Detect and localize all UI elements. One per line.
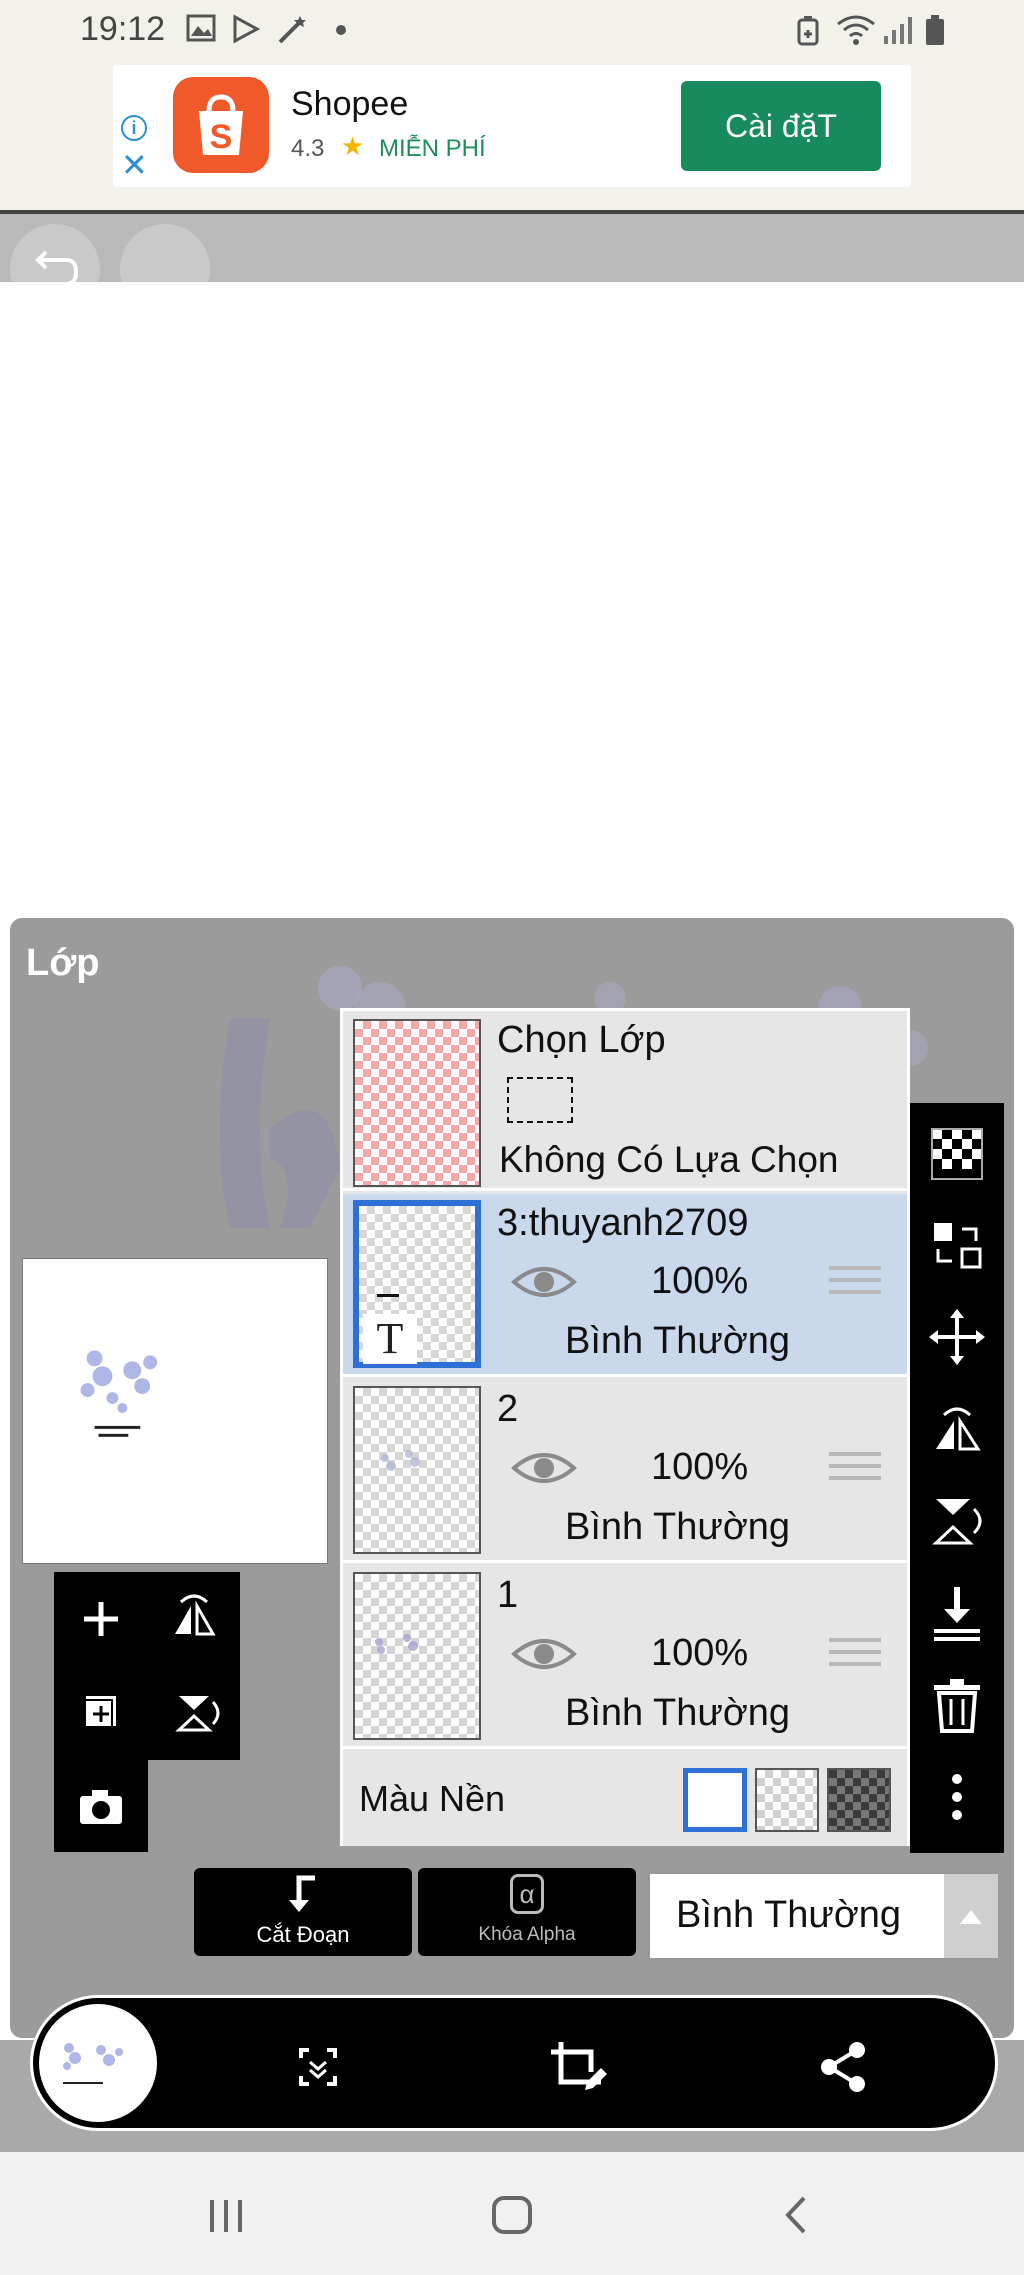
layer-thumbnail	[353, 1386, 481, 1554]
flip-horizontal-icon[interactable]	[910, 1383, 1004, 1475]
selection-thumbnail	[353, 1019, 481, 1187]
signal-icon	[882, 14, 914, 46]
recent-apps-button[interactable]	[186, 2180, 266, 2250]
chevron-up-icon[interactable]	[944, 1874, 998, 1958]
clipping-button[interactable]: Cắt Đoạn	[194, 1868, 412, 1956]
layer-opacity[interactable]: 100%	[651, 1260, 748, 1303]
layer-row[interactable]: T 3:thuyanh2709 100% Bình Thường	[343, 1194, 907, 1377]
layer-thumbnail: T	[353, 1200, 481, 1368]
canvas-thumbnail[interactable]	[39, 2004, 157, 2122]
star-icon: ★	[341, 131, 365, 161]
text-layer-icon: T	[363, 1314, 417, 1364]
ad-rating: 4.3	[291, 135, 325, 162]
background-row: Màu Nền	[343, 1752, 907, 1846]
alpha-lock-button[interactable]: α Khóa Alpha	[418, 1868, 636, 1956]
selection-status: Không Có Lựa Chọn	[499, 1139, 839, 1180]
alpha-lock-label: Khóa Alpha	[478, 1924, 576, 1945]
layer-opacity[interactable]: 100%	[651, 1446, 748, 1489]
canvas-preview[interactable]	[22, 1258, 328, 1564]
alpha-lock-icon: α	[510, 1874, 544, 1914]
bg-transparent-swatch[interactable]	[755, 1768, 819, 1832]
install-button[interactable]: Cài đặT	[681, 81, 881, 171]
add-layer-button[interactable]	[54, 1572, 148, 1666]
dot-icon	[334, 14, 348, 46]
selection-marquee-icon	[507, 1077, 573, 1123]
flip-vertical-icon[interactable]	[910, 1475, 1004, 1567]
info-icon[interactable]: i	[121, 115, 147, 141]
move-icon[interactable]	[910, 1291, 1004, 1383]
system-nav-bar	[0, 2152, 1024, 2275]
layer-name: 1	[497, 1574, 519, 1616]
clipping-label: Cắt Đoạn	[256, 1922, 350, 1947]
background-label: Màu Nền	[359, 1778, 506, 1819]
status-bar: 19:12	[0, 0, 1024, 62]
layers-list: Chọn Lớp Không Có Lựa Chọn T 3:thuyanh27…	[340, 1008, 910, 1846]
merge-down-icon[interactable]	[910, 1567, 1004, 1659]
crop-edit-icon[interactable]	[531, 2022, 621, 2112]
visibility-eye-icon[interactable]	[511, 1634, 577, 1674]
blend-mode-select[interactable]: Bình Thường	[648, 1872, 1000, 1960]
layer-panel: Lớp Chọn Lớp Không Có Lựa Chọn T 3:thuya…	[10, 918, 1014, 2038]
ad-app-name[interactable]: Shopee	[291, 85, 408, 124]
ad-price: MIỄN PHÍ	[379, 135, 486, 162]
drag-handle-icon[interactable]	[829, 1638, 881, 1678]
panel-title: Lớp	[26, 942, 100, 984]
drag-handle-icon[interactable]	[829, 1266, 881, 1306]
gallery-icon	[186, 14, 216, 46]
shopee-app-icon[interactable]: S	[173, 77, 269, 173]
magic-wand-icon	[276, 14, 310, 46]
duplicate-layer-button[interactable]	[54, 1666, 148, 1760]
fit-screen-icon[interactable]	[273, 2022, 363, 2112]
layer-name: 3:thuyanh2709	[497, 1202, 749, 1244]
ad-banner[interactable]: i ✕ S Shopee 4.3 ★ MIỄN PHÍ Cài đặT	[113, 65, 911, 187]
blend-mode-value: Bình Thường	[676, 1894, 902, 1936]
layer-blend-mode: Bình Thường	[565, 1320, 791, 1362]
layer-row[interactable]: 2 100% Bình Thường	[343, 1380, 907, 1563]
top-zone: 19:12 i ✕ S Shopee 4.3 ★ MIỄN PHÍ Cài đặ…	[0, 0, 1024, 212]
floating-toolbar	[30, 1995, 998, 2131]
layer-thumbnail	[353, 1572, 481, 1740]
selection-layer-row[interactable]: Chọn Lớp Không Có Lựa Chọn	[343, 1011, 907, 1191]
home-button[interactable]	[472, 2180, 552, 2250]
checkerboard-icon[interactable]	[910, 1107, 1004, 1199]
svg-text:S: S	[210, 118, 233, 156]
battery-icon	[924, 14, 946, 46]
share-icon[interactable]	[799, 2022, 889, 2112]
back-button[interactable]	[758, 2180, 838, 2250]
swap-layers-icon[interactable]	[910, 1199, 1004, 1291]
battery-saver-icon	[796, 14, 820, 46]
visibility-eye-icon[interactable]	[511, 1262, 577, 1302]
visibility-eye-icon[interactable]	[511, 1448, 577, 1488]
play-store-icon	[232, 14, 261, 46]
layer-name: 2	[497, 1388, 519, 1430]
layer-opacity[interactable]: 100%	[651, 1632, 748, 1675]
status-time: 19:12	[80, 10, 166, 48]
bg-dark-checker-swatch[interactable]	[827, 1768, 891, 1832]
more-options-icon[interactable]	[910, 1751, 1004, 1843]
bg-white-swatch[interactable]	[683, 1768, 747, 1832]
drag-handle-icon[interactable]	[829, 1452, 881, 1492]
layer-blend-mode: Bình Thường	[565, 1692, 791, 1734]
selection-title: Chọn Lớp	[497, 1019, 666, 1061]
wifi-icon	[836, 14, 876, 46]
layer-tools-bar	[910, 1103, 1004, 1853]
flip-horizontal-icon[interactable]	[147, 1572, 241, 1666]
layer-row[interactable]: 1 100% Bình Thường	[343, 1566, 907, 1749]
trash-icon[interactable]	[910, 1659, 1004, 1751]
layer-blend-mode: Bình Thường	[565, 1506, 791, 1548]
flip-vertical-icon[interactable]	[147, 1666, 241, 1760]
drawing-canvas[interactable]	[0, 282, 1024, 918]
camera-icon[interactable]	[54, 1760, 148, 1854]
clip-arrow-icon	[289, 1875, 315, 1912]
close-icon[interactable]: ✕	[121, 149, 148, 181]
